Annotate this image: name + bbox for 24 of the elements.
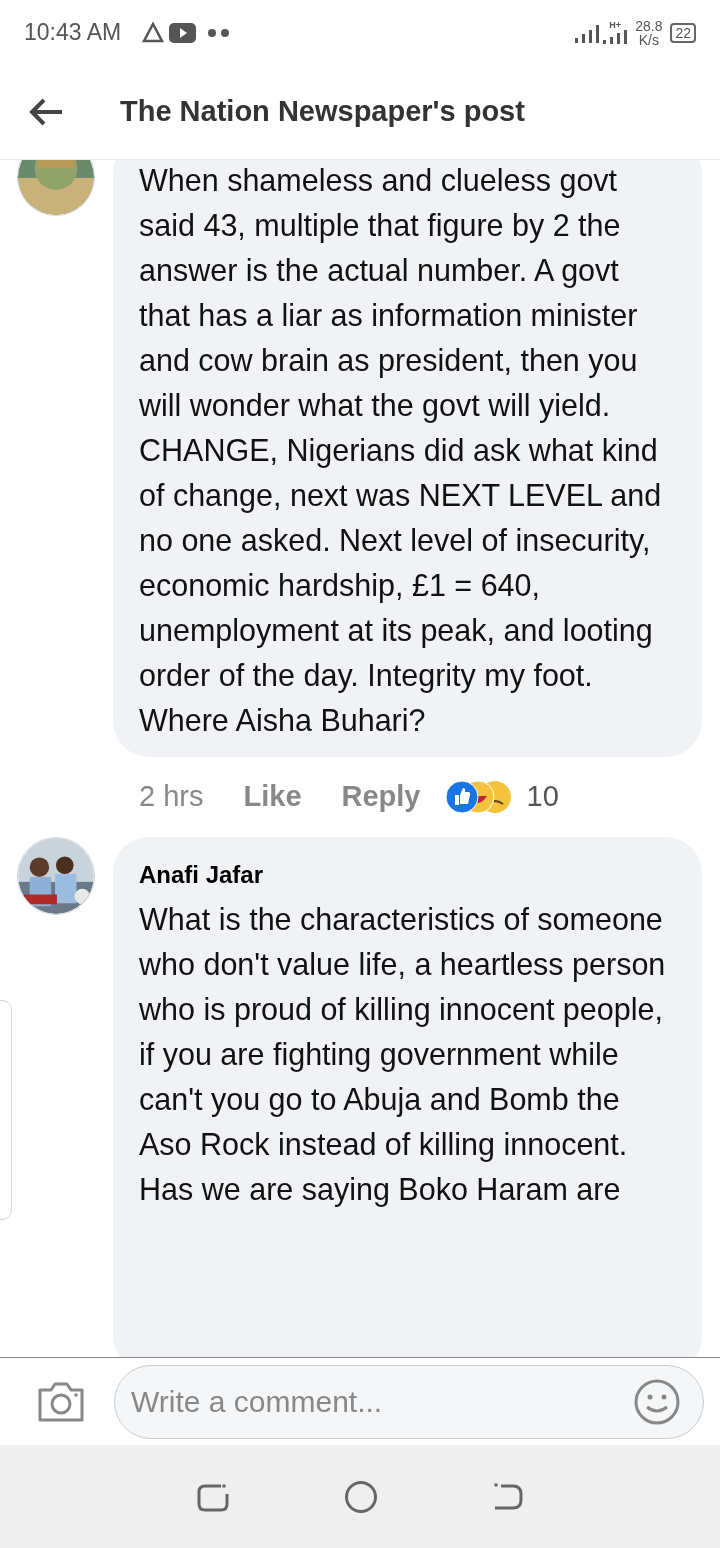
comment-time: 2 hrs — [139, 779, 204, 815]
network-speed: 28.8 — [635, 18, 663, 33]
signal-icon — [575, 22, 600, 43]
home-icon[interactable] — [344, 1479, 378, 1514]
comment-author[interactable]: Anafi Jafar — [139, 857, 676, 893]
speed-unit: K/s — [638, 32, 659, 47]
back-arrow-icon[interactable] — [28, 97, 64, 127]
back-icon[interactable] — [492, 1481, 523, 1512]
video-play-icon — [169, 22, 197, 43]
reaction-count: 10 — [526, 779, 559, 815]
recent-apps-icon[interactable] — [197, 1481, 230, 1512]
like-button[interactable]: Like — [243, 775, 302, 819]
status-time: 10:43 AM — [24, 18, 122, 48]
triangle-icon — [141, 21, 166, 44]
comment-input[interactable]: Write a comment... — [114, 1364, 704, 1439]
header-title: The Nation Newspaper's post — [120, 94, 525, 130]
comment-text: What is the characteristics of someone who don't value life, a heartless person who is proud of killing innocent people, if you are fighting government while can't you go to Abuja and Bomb the Aso Rock instead of killing innocent. Has we are saying Boko Haram are — [139, 901, 667, 1209]
more-dots-icon — [208, 28, 231, 37]
battery-indicator: 22 — [670, 22, 696, 43]
emoji-icon[interactable] — [633, 1377, 681, 1426]
reply-button[interactable]: Reply — [341, 775, 421, 819]
comment-text: When shameless and clueless govt said 43, multiple that figure by 2 the answer is the actual number. A govt that has a liar as information minister and cow brain as president, then you will wonder what the govt will yield. CHANGE, Nigerians did ask what kind of change, next was NEXT LEVEL and no one asked. Next level of insecurity, economic hardship, £1 = 640, unemployment at its peak, and looting order of the day. Integrity my foot. Where Aisha Buhari? — [139, 162, 663, 739]
signal-icon — [603, 30, 628, 44]
network-type: H+ — [609, 21, 622, 30]
